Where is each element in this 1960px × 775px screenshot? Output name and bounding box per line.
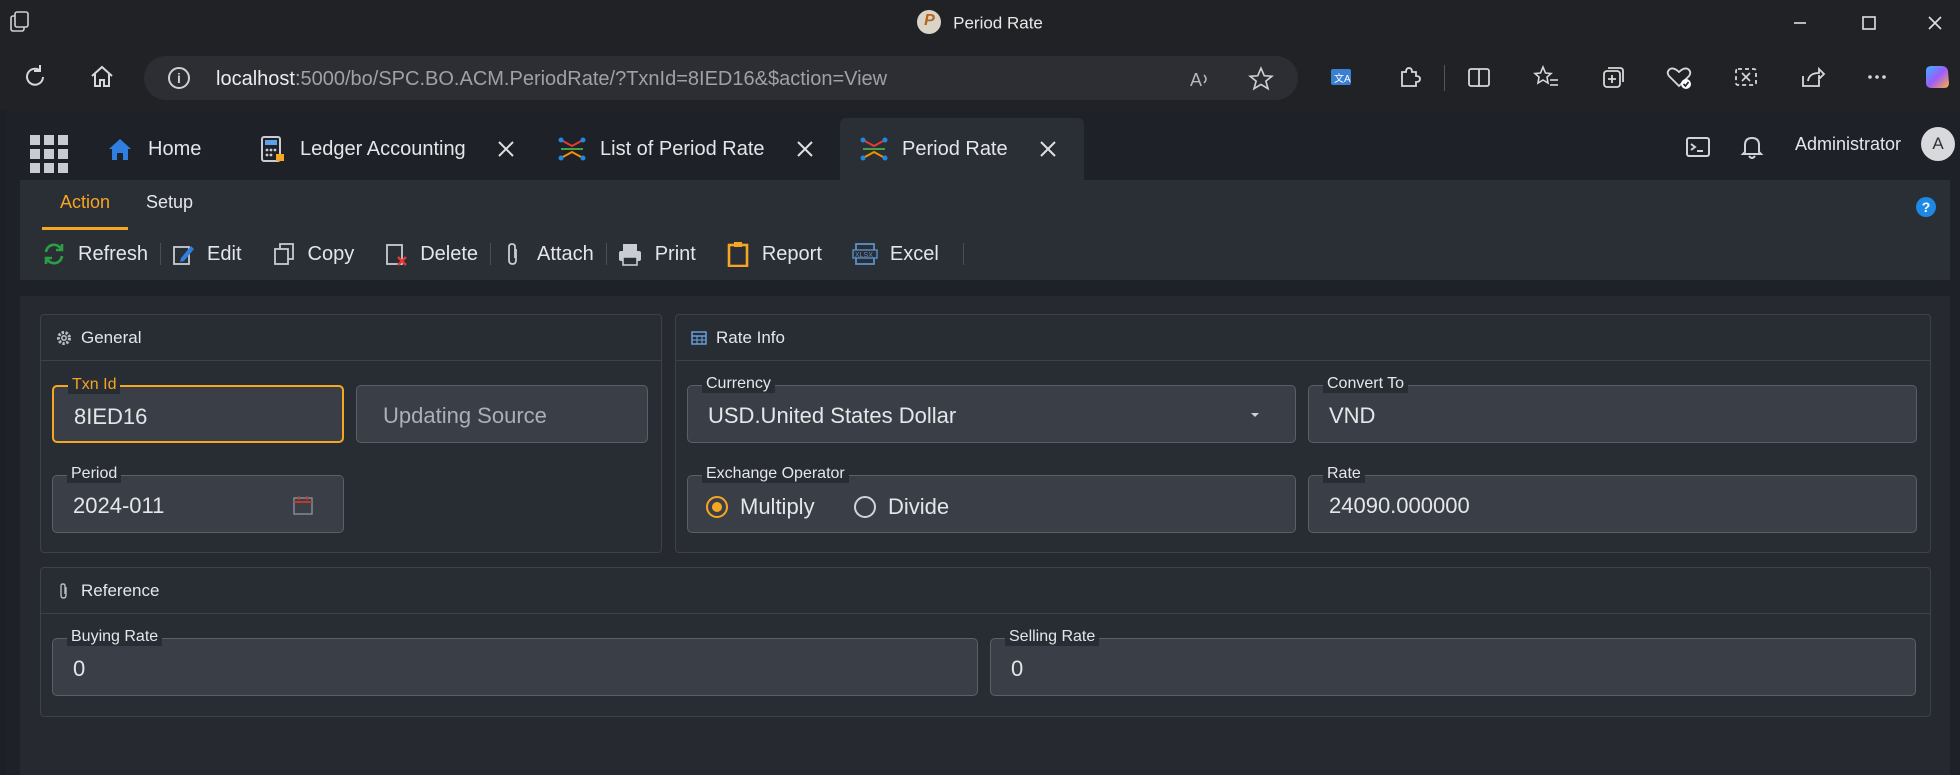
copy-button[interactable]: Copy [272, 242, 354, 266]
action-panel: Action Setup ? Refresh Edit Copy Delete [20, 180, 1950, 280]
txn-id-field[interactable]: Txn Id 8IED16 [52, 376, 344, 443]
multiply-radio[interactable]: Multiply [706, 494, 815, 520]
share-icon[interactable] [1797, 62, 1827, 92]
divide-radio[interactable]: Divide [854, 494, 949, 520]
gear-icon [57, 330, 71, 345]
updating-source-field[interactable]: Updating Source [356, 385, 648, 443]
copilot-icon[interactable] [1922, 62, 1952, 92]
window-titlebar: Period Rate [0, 0, 1960, 45]
edit-icon [173, 246, 195, 265]
form-content: General Txn Id 8IED16 Updating Source Pe… [20, 296, 1950, 775]
attach-button[interactable]: Attach [501, 242, 594, 266]
calendar-icon[interactable] [291, 493, 315, 517]
rate-icon [860, 137, 888, 161]
close-tab-icon[interactable] [1038, 139, 1058, 159]
maximize-icon[interactable] [1854, 8, 1884, 38]
tab-list-of-period-rate[interactable]: List of Period Rate [558, 118, 828, 180]
split-screen-icon[interactable] [1464, 62, 1494, 92]
calculator-icon [261, 136, 284, 162]
convert-to-field[interactable]: Convert To VND [1308, 375, 1917, 443]
rate-info-group: Rate Info Currency USD.United States Dol… [675, 314, 1931, 553]
health-extension-icon[interactable] [1664, 62, 1694, 92]
excel-icon: XLSX [852, 243, 878, 265]
toolbar-separator [160, 243, 162, 265]
general-group: General Txn Id 8IED16 Updating Source Pe… [40, 314, 662, 553]
avatar[interactable]: A [1921, 127, 1955, 161]
toolbar-divider [1444, 65, 1445, 91]
buying-rate-field[interactable]: Buying Rate 0 [52, 628, 978, 696]
svg-text:A: A [1190, 70, 1202, 90]
subtab-action[interactable]: Action [42, 180, 129, 230]
favorite-star-icon[interactable] [1248, 66, 1274, 92]
paperclip-icon [60, 582, 67, 599]
app-logo-icon [917, 10, 942, 34]
rate-icon [558, 137, 586, 161]
chevron-down-icon[interactable] [1248, 408, 1262, 422]
svg-text:文A: 文A [1334, 72, 1351, 85]
tab-ledger-accounting[interactable]: Ledger Accounting [258, 118, 528, 180]
edit-button[interactable]: Edit [171, 242, 242, 266]
rate-field[interactable]: Rate 24090.000000 [1308, 465, 1917, 533]
subtab-setup[interactable]: Setup [128, 180, 211, 230]
reload-icon[interactable] [20, 62, 50, 92]
url-text[interactable]: localhost:5000/bo/SPC.BO.ACM.PeriodRate/… [216, 68, 887, 91]
general-header: General [41, 315, 661, 361]
favorites-icon[interactable] [1531, 62, 1561, 92]
screenshot-icon[interactable] [1731, 62, 1761, 92]
currency-select[interactable]: Currency USD.United States Dollar [687, 375, 1296, 443]
close-window-icon[interactable] [1920, 8, 1950, 38]
excel-button[interactable]: XLSX Excel [852, 242, 939, 266]
table-icon [691, 330, 707, 345]
site-info-icon[interactable] [168, 67, 190, 89]
clipboard-report-icon [727, 242, 749, 267]
app-window: Home Ledger Accounting List of Period Ra… [6, 110, 1960, 775]
bell-icon[interactable] [1739, 133, 1765, 161]
copy-icon [273, 243, 294, 265]
report-button[interactable]: Report [726, 241, 822, 267]
period-field[interactable]: Period 2024-011 [52, 465, 344, 533]
close-tab-icon[interactable] [496, 139, 516, 159]
close-tab-icon[interactable] [795, 139, 815, 159]
browser-toolbar: localhost:5000/bo/SPC.BO.ACM.PeriodRate/… [0, 45, 1960, 110]
apps-menu-icon[interactable] [30, 135, 68, 173]
tab-bar: Home Ledger Accounting List of Period Ra… [6, 110, 1960, 180]
help-icon[interactable]: ? [1916, 197, 1936, 217]
toolbar-separator [490, 243, 492, 265]
toolbar-separator [962, 243, 964, 265]
translate-extension-icon[interactable]: 文A [1326, 62, 1356, 92]
home-icon [109, 139, 131, 160]
tab-period-rate[interactable]: Period Rate [840, 118, 1084, 180]
svg-text:XLSX: XLSX [855, 252, 873, 259]
minimize-icon[interactable] [1785, 8, 1815, 38]
window-title: Period Rate [0, 10, 1960, 36]
selling-rate-field[interactable]: Selling Rate 0 [990, 628, 1916, 696]
refresh-icon [44, 243, 64, 265]
print-button[interactable]: Print [617, 242, 696, 266]
paperclip-icon [508, 243, 517, 265]
read-aloud-icon[interactable]: A [1188, 67, 1212, 91]
more-options-icon[interactable] [1862, 62, 1892, 92]
action-toolbar: Refresh Edit Copy Delete Attach Print Re… [42, 230, 974, 278]
user-name[interactable]: Administrator [1795, 134, 1901, 155]
reference-group: Reference Buying Rate 0 Selling Rate 0 [40, 567, 1931, 717]
delete-button[interactable]: Delete [384, 242, 478, 266]
address-bar[interactable]: localhost:5000/bo/SPC.BO.ACM.PeriodRate/… [144, 56, 1298, 100]
reference-header: Reference [41, 568, 1930, 614]
collections-icon[interactable] [1598, 62, 1628, 92]
toolbar-separator [605, 243, 607, 265]
tab-home[interactable]: Home [106, 118, 216, 180]
rate-info-header: Rate Info [676, 315, 1930, 361]
refresh-button[interactable]: Refresh [42, 242, 148, 266]
exchange-operator-field: Exchange Operator Multiply Divide [687, 465, 1296, 533]
terminal-icon[interactable] [1684, 133, 1712, 161]
home-browser-icon[interactable] [87, 62, 117, 92]
printer-icon [618, 244, 641, 266]
extensions-icon[interactable] [1394, 62, 1424, 92]
sub-tabs: Action Setup [42, 180, 211, 230]
delete-icon [386, 244, 408, 266]
